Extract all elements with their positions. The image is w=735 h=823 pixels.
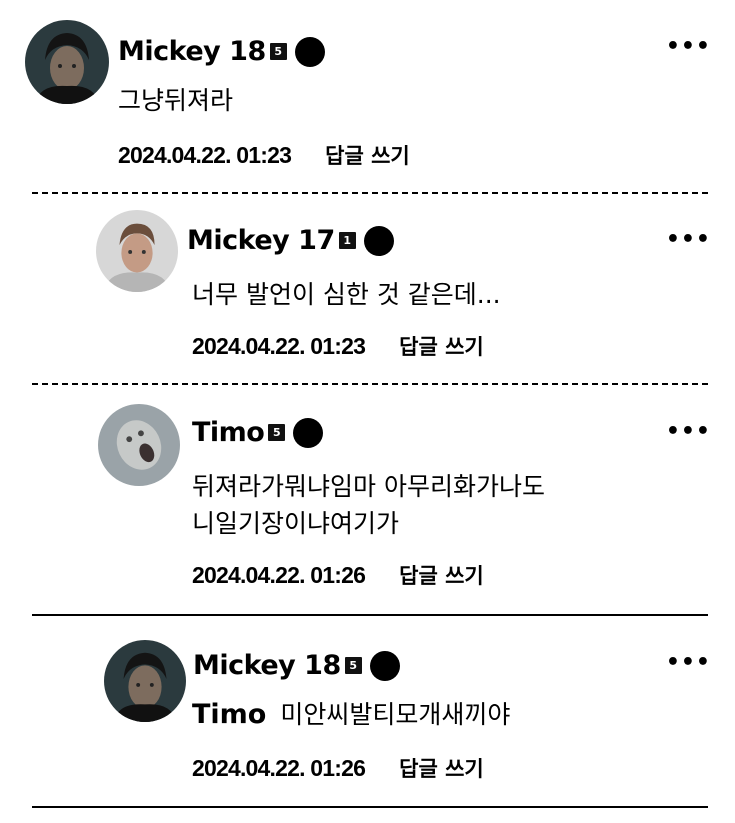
more-options-button[interactable]: ••• [666,36,711,58]
more-options-button[interactable]: ••• [666,421,711,443]
divider [32,383,708,385]
status-dot-icon [294,36,325,67]
divider [32,192,708,194]
comment-body: 미안씨발티모개새끼야 [280,700,511,729]
comment-date: 2024.04.22. 01:23 [192,332,366,359]
author-name[interactable]: Mickey 17 [187,225,335,256]
reply-button[interactable]: 답글 쓰기 [399,331,484,361]
level-badge: 1 [338,232,356,249]
comment-text: 너무 발언이 심한 것 같은데... [192,280,501,309]
level-badge: 5 [269,43,287,60]
divider [32,614,708,616]
author-name[interactable]: Mickey 18 [193,650,341,681]
comment-text: 그냥뒤져라 [118,86,234,115]
mention-tag[interactable]: Timo [192,699,266,730]
status-dot-icon [293,417,324,448]
author-name[interactable]: Timo [192,417,265,448]
avatar[interactable] [96,210,178,292]
comment-text: Timo 미안씨발티모개새끼야 [192,698,510,732]
reply-button[interactable]: 답글 쓰기 [399,753,484,783]
avatar-screaming-face-icon [98,404,180,486]
more-options-button[interactable]: ••• [666,229,711,251]
status-dot-icon [369,650,400,681]
avatar-dark-portrait-icon [104,640,186,722]
comment-text-line-1: 뒤져라가뭐냐임마 아무리화가나도 [192,472,545,501]
status-dot-icon [363,225,394,256]
comment-date: 2024.04.22. 01:23 [118,141,292,168]
level-badge: 5 [268,424,286,441]
more-options-button[interactable]: ••• [666,652,711,674]
comment-date: 2024.04.22. 01:26 [192,561,366,588]
comment-date: 2024.04.22. 01:26 [192,754,366,781]
level-badge: 5 [344,657,362,674]
reply-button[interactable]: 답글 쓰기 [325,140,410,170]
comment-text-line-2: 니일기장이냐여기가 [192,509,400,538]
avatar-light-portrait-icon [96,210,178,292]
divider [32,806,708,808]
avatar-dark-portrait-icon [25,20,109,104]
avatar[interactable] [98,404,180,486]
author-name[interactable]: Mickey 18 [118,36,266,67]
avatar[interactable] [104,640,186,722]
avatar[interactable] [25,20,109,104]
reply-button[interactable]: 답글 쓰기 [399,560,484,590]
